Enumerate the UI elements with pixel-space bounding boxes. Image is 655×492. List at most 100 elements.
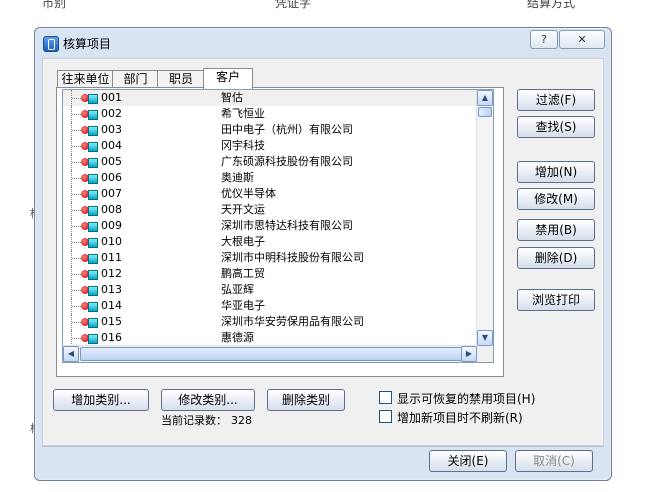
list-item[interactable]: 011 深圳市中明科技股份有限公司 (63, 250, 477, 266)
scroll-down-icon[interactable]: ▼ (477, 330, 493, 346)
delete-button[interactable]: 删除(D) (517, 247, 595, 269)
list-item[interactable]: 008 天开文运 (63, 202, 477, 218)
record-count: 当前记录数： 328 (161, 412, 252, 428)
modify-category-button[interactable]: 修改类别... (161, 389, 255, 411)
customer-node-icon (81, 93, 99, 104)
list-item[interactable]: 013 弘亚辉 (63, 282, 477, 298)
scroll-corner (477, 346, 493, 362)
customer-name: 华亚电子 (221, 299, 265, 312)
customer-code: 011 (101, 251, 122, 264)
customer-code: 005 (101, 155, 122, 168)
horizontal-scroll-thumb[interactable] (80, 347, 472, 361)
customer-node-icon (81, 269, 99, 280)
list-item[interactable]: 009 深圳市思特达科技有限公司 (63, 218, 477, 234)
app-icon (43, 36, 59, 52)
find-button[interactable]: 查找(S) (517, 116, 595, 138)
accounting-items-dialog: 核算项目 ? ✕ 往来单位 部门 职员 客户 001 智估 002 希飞恒业 003 田中… (34, 27, 612, 481)
customer-node-icon (81, 317, 99, 328)
tab-departments[interactable]: 部门 (112, 70, 159, 88)
customer-code: 006 (101, 171, 122, 184)
list-item[interactable]: 002 希飞恒业 (63, 106, 477, 122)
show-disabled-checkbox[interactable] (379, 391, 392, 404)
record-count-label: 当前记录数： (161, 414, 227, 427)
customer-name: 优仪半导体 (221, 187, 276, 200)
customer-name: 鹏高工贸 (221, 267, 265, 280)
customer-node-icon (81, 237, 99, 248)
close-button[interactable]: 关闭(E) (429, 450, 507, 472)
modify-button[interactable]: 修改(M) (517, 188, 595, 210)
list-rows: 001 智估 002 希飞恒业 003 田中电子（杭州）有限公司 004 冈宇科技 005 广东硕… (63, 90, 477, 346)
list-item[interactable]: 014 华亚电子 (63, 298, 477, 314)
customer-node-icon (81, 157, 99, 168)
customer-node-icon (81, 189, 99, 200)
print-preview-button[interactable]: 浏览打印 (517, 289, 595, 311)
customer-code: 002 (101, 107, 122, 120)
add-button[interactable]: 增加(N) (517, 161, 595, 183)
customer-tree-list[interactable]: 001 智估 002 希飞恒业 003 田中电子（杭州）有限公司 004 冈宇科技 005 广东硕… (62, 89, 494, 363)
customer-code: 012 (101, 267, 122, 280)
list-item[interactable]: 012 鹏高工贸 (63, 266, 477, 282)
record-count-value: 328 (231, 414, 252, 427)
list-item[interactable]: 015 深圳市华安劳保用品有限公司 (63, 314, 477, 330)
customer-code: 013 (101, 283, 122, 296)
delete-category-button[interactable]: 删除类别 (267, 389, 345, 411)
customer-node-icon (81, 221, 99, 232)
help-button[interactable]: ? (530, 30, 558, 49)
list-item[interactable]: 016 惠德源 (63, 330, 477, 346)
scroll-up-icon[interactable]: ▲ (477, 90, 493, 106)
customer-name: 广东硕源科技股份有限公司 (221, 155, 353, 168)
show-disabled-label: 显示可恢复的禁用项目(H) (397, 392, 536, 406)
customer-node-icon (81, 333, 99, 344)
cancel-button[interactable]: 取消(C) (515, 450, 593, 472)
customer-name: 天开文运 (221, 203, 265, 216)
customer-code: 001 (101, 91, 122, 104)
list-item[interactable]: 010 大根电子 (63, 234, 477, 250)
customer-code: 004 (101, 139, 122, 152)
customer-node-icon (81, 253, 99, 264)
vertical-scroll-thumb[interactable] (478, 107, 492, 117)
customer-node-icon (81, 205, 99, 216)
no-refresh-label: 增加新项目时不刷新(R) (397, 411, 523, 425)
close-window-button[interactable]: ✕ (559, 30, 605, 49)
list-item[interactable]: 005 广东硕源科技股份有限公司 (63, 154, 477, 170)
scroll-left-icon[interactable]: ◀ (63, 346, 79, 362)
customer-name: 冈宇科技 (221, 139, 265, 152)
dialog-title: 核算项目 (63, 37, 112, 51)
customer-node-icon (81, 109, 99, 120)
customers-tab-panel: 001 智估 002 希飞恒业 003 田中电子（杭州）有限公司 004 冈宇科技 005 广东硕… (56, 87, 504, 377)
list-item[interactable]: 006 奥迪斯 (63, 170, 477, 186)
customer-code: 008 (101, 203, 122, 216)
customer-code: 003 (101, 123, 122, 136)
customer-name: 大根电子 (221, 235, 265, 248)
disable-button[interactable]: 禁用(B) (517, 219, 595, 241)
customer-code: 009 (101, 219, 122, 232)
tab-customers[interactable]: 客户 (203, 68, 253, 89)
customer-name: 智估 (221, 91, 243, 104)
customer-code: 015 (101, 315, 122, 328)
tab-contacts[interactable]: 往来单位 (57, 70, 114, 88)
add-category-button[interactable]: 增加类别... (53, 389, 149, 411)
customer-node-icon (81, 173, 99, 184)
customer-node-icon (81, 301, 99, 312)
list-item[interactable]: 003 田中电子（杭州）有限公司 (63, 122, 477, 138)
list-item[interactable]: 007 优仪半导体 (63, 186, 477, 202)
dialog-client-area: 往来单位 部门 职员 客户 001 智估 002 希飞恒业 003 田中电子（杭州）有限公… (42, 58, 604, 446)
customer-name: 弘亚辉 (221, 283, 254, 296)
customer-name: 奥迪斯 (221, 171, 254, 184)
tab-employees[interactable]: 职员 (157, 70, 205, 88)
bg-text-1: 市别 (42, 0, 67, 10)
vertical-scrollbar[interactable]: ▲ ▼ (476, 90, 493, 346)
customer-code: 014 (101, 299, 122, 312)
customer-name: 田中电子（杭州）有限公司 (221, 123, 353, 136)
no-refresh-checkbox[interactable] (379, 410, 392, 423)
customer-name: 深圳市华安劳保用品有限公司 (221, 315, 364, 328)
filter-button[interactable]: 过滤(F) (517, 89, 595, 111)
list-item[interactable]: 001 智估 (63, 90, 477, 106)
bg-text-3: 结算方式 (527, 0, 576, 10)
horizontal-scrollbar[interactable]: ◀ ▶ (63, 345, 477, 362)
customer-code: 007 (101, 187, 122, 200)
scroll-right-icon[interactable]: ▶ (461, 346, 477, 362)
list-item[interactable]: 004 冈宇科技 (63, 138, 477, 154)
customer-node-icon (81, 285, 99, 296)
customer-name: 惠德源 (221, 331, 254, 344)
